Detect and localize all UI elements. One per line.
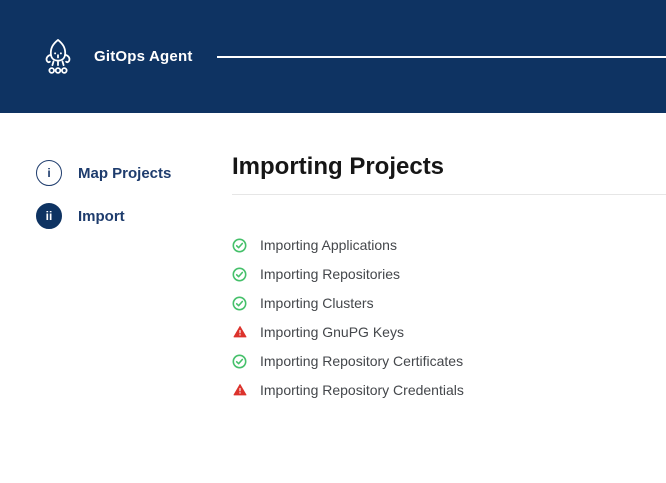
app-header: GitOps Agent xyxy=(0,0,666,113)
title-divider xyxy=(232,194,666,195)
status-label: Importing GnuPG Keys xyxy=(260,324,404,340)
sidebar-item-import[interactable]: ii Import xyxy=(36,203,232,229)
check-circle-icon xyxy=(232,354,247,369)
sidebar-item-label: Import xyxy=(78,208,125,225)
list-item: Importing GnuPG Keys xyxy=(232,318,666,347)
status-label: Importing Repository Credentials xyxy=(260,382,464,398)
check-circle-icon xyxy=(232,296,247,311)
page-content: i Map Projects ii Import Importing Proje… xyxy=(0,113,666,405)
brand-title: GitOps Agent xyxy=(94,48,193,65)
header-divider xyxy=(217,56,666,58)
warning-triangle-icon xyxy=(232,325,247,340)
status-label: Importing Clusters xyxy=(260,295,374,311)
sidebar-item-map-projects[interactable]: i Map Projects xyxy=(36,160,232,186)
wizard-sidebar: i Map Projects ii Import xyxy=(0,113,232,246)
import-status-list: Importing Applications Importing Reposit… xyxy=(232,231,666,405)
list-item: Importing Repository Credentials xyxy=(232,376,666,405)
check-circle-icon xyxy=(232,238,247,253)
status-label: Importing Repository Certificates xyxy=(260,353,463,369)
list-item: Importing Applications xyxy=(232,231,666,260)
list-item: Importing Repositories xyxy=(232,260,666,289)
status-label: Importing Applications xyxy=(260,237,397,253)
list-item: Importing Clusters xyxy=(232,289,666,318)
step-number-badge: i xyxy=(36,160,62,186)
check-circle-icon xyxy=(232,267,247,282)
warning-triangle-icon xyxy=(232,383,247,398)
sidebar-item-label: Map Projects xyxy=(78,165,171,182)
page-title: Importing Projects xyxy=(232,153,666,182)
status-label: Importing Repositories xyxy=(260,266,400,282)
list-item: Importing Repository Certificates xyxy=(232,347,666,376)
octopus-logo-icon xyxy=(40,36,76,78)
main-panel: Importing Projects Importing Application… xyxy=(232,113,666,405)
step-number-badge: ii xyxy=(36,203,62,229)
